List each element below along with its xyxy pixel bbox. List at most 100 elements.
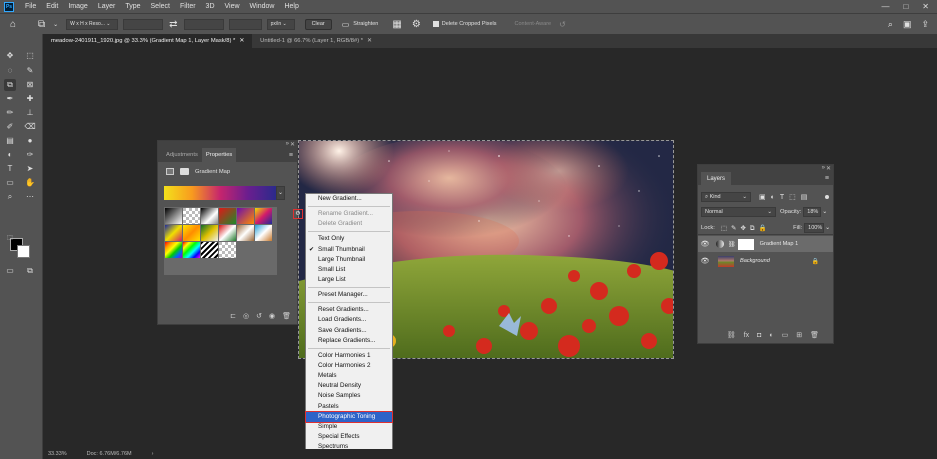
quick-mask-icon[interactable]: ⬚	[4, 232, 16, 244]
grid-overlay-icon[interactable]: ▦	[392, 19, 401, 30]
move-tool-icon[interactable]: ✥	[4, 50, 16, 62]
swap-icon[interactable]: ⇄	[169, 19, 177, 30]
dodge-tool-icon[interactable]: ◐	[4, 149, 16, 161]
gradient-swatch[interactable]	[165, 242, 182, 258]
view-previous-icon[interactable]: ◎	[243, 312, 249, 320]
menu-item-large-thumbnail[interactable]: Large Thumbnail	[306, 255, 392, 265]
menu-file[interactable]: File	[20, 3, 41, 10]
gradient-swatch[interactable]	[219, 208, 236, 224]
menu-item-load-gradients[interactable]: Load Gradients...	[306, 315, 392, 325]
gear-icon[interactable]: ⚙	[293, 209, 303, 219]
trash-icon[interactable]: 🗑	[282, 312, 291, 320]
maximize-button[interactable]: □	[903, 2, 908, 11]
gradient-swatch[interactable]	[201, 208, 218, 224]
gradient-swatch[interactable]	[165, 225, 182, 241]
menu-item-simple[interactable]: Simple	[306, 422, 392, 432]
reset-icon[interactable]: ↺	[559, 20, 566, 29]
zoom-tool-icon[interactable]: ⌕	[4, 191, 16, 203]
menu-3d[interactable]: 3D	[201, 3, 220, 10]
menu-type[interactable]: Type	[120, 3, 145, 10]
clear-button[interactable]: Clear	[304, 18, 332, 30]
menu-item-save-gradients[interactable]: Save Gradients...	[306, 326, 392, 336]
gradient-swatch[interactable]	[183, 242, 200, 258]
gradient-swatch[interactable]	[219, 225, 236, 241]
home-icon[interactable]: ⌂	[10, 19, 24, 30]
units-select[interactable]: px/in ⌄	[266, 18, 295, 30]
lock-icons[interactable]: ⬚✎✥⧉🔒	[721, 224, 771, 233]
share-icon[interactable]: ⇪	[921, 19, 929, 30]
eye-icon[interactable]: 👁	[698, 240, 712, 248]
menu-item-photographic-toning[interactable]: Photographic Toning	[305, 410, 393, 423]
menu-item-color-harmonies-2[interactable]: Color Harmonies 2	[306, 361, 392, 371]
type-tool-icon[interactable]: T	[4, 163, 16, 175]
ratio-select[interactable]: W x H x Reso... ⌄	[66, 18, 119, 30]
screen-mode-icon[interactable]: ▭	[4, 265, 16, 277]
photoshop-logo[interactable]: Ps	[4, 1, 14, 12]
history-brush-icon[interactable]: ✐	[4, 121, 16, 133]
lasso-tool-icon[interactable]: ◌	[4, 65, 16, 77]
minimize-button[interactable]: —	[881, 2, 889, 11]
gradient-swatch[interactable]	[201, 242, 218, 258]
blur-tool-icon[interactable]: ●	[24, 135, 36, 147]
add-mask-icon[interactable]: ◘	[757, 332, 761, 339]
chevron-down-icon[interactable]: ⌄	[825, 225, 830, 231]
close-panel-icon[interactable]: ✕	[826, 165, 831, 172]
filter-kind-select[interactable]: ⌕ Kind ⌄	[701, 192, 751, 202]
stamp-tool-icon[interactable]: ⊥	[24, 107, 36, 119]
brush-tool-icon[interactable]: ✏	[4, 107, 16, 119]
new-group-icon[interactable]: ▭	[782, 331, 789, 339]
gradient-swatch[interactable]	[183, 225, 200, 241]
new-layer-icon[interactable]: ⊞	[796, 331, 802, 339]
collapse-panel-icon[interactable]: »	[286, 141, 289, 147]
menu-item-text-only[interactable]: Text Only	[306, 234, 392, 244]
opacity-field[interactable]: 18%	[803, 207, 822, 217]
crop-tool-icon[interactable]: ⧉	[4, 79, 16, 91]
close-window-button[interactable]: ✕	[922, 2, 929, 11]
panel-menu-icon[interactable]: ≡	[825, 175, 829, 182]
menu-item-small-thumbnail[interactable]: Small Thumbnail	[306, 245, 392, 255]
menu-layer[interactable]: Layer	[93, 3, 121, 10]
shape-tool-icon[interactable]: ▭	[4, 177, 16, 189]
filter-icons[interactable]: ▣◐T⬚▤	[759, 193, 812, 201]
gear-icon[interactable]: ⚙	[412, 19, 421, 30]
gradient-swatch[interactable]	[237, 225, 254, 241]
edit-toolbar-icon[interactable]: ⧉	[24, 265, 36, 277]
reset-icon[interactable]: ↺	[256, 312, 262, 320]
pen-tool-icon[interactable]: ✑	[24, 149, 36, 161]
healing-tool-icon[interactable]: ✚	[24, 93, 36, 105]
layer-thumbnail[interactable]	[718, 255, 734, 267]
blend-mode-select[interactable]: Normal ⌄	[701, 207, 776, 217]
clip-to-layer-icon[interactable]: ⊏	[230, 312, 236, 320]
layer-row-gradient-map[interactable]: 👁 ⛓ Gradient Map 1	[698, 236, 833, 252]
menu-item-neutral-density[interactable]: Neutral Density	[306, 381, 392, 391]
menu-item-special-effects[interactable]: Special Effects	[306, 432, 392, 442]
menu-filter[interactable]: Filter	[175, 3, 201, 10]
mask-icon[interactable]	[180, 168, 189, 175]
chevron-down-icon[interactable]: ⌄	[822, 209, 827, 215]
straighten-button[interactable]: Straighten	[353, 21, 378, 27]
menu-item-preset-manager[interactable]: Preset Manager...	[306, 290, 392, 300]
marquee-tool-icon[interactable]: ⬚	[24, 50, 36, 62]
visibility-icon[interactable]: ◉	[269, 312, 275, 320]
gradient-swatch[interactable]	[255, 208, 272, 224]
fx-icon[interactable]: fx	[744, 332, 749, 339]
more-tools-icon[interactable]: ⋯	[24, 191, 36, 203]
frame-tool-icon[interactable]: ⊠	[24, 79, 36, 91]
gradient-swatch[interactable]	[183, 208, 200, 224]
adjustment-icon[interactable]: ◐	[769, 332, 773, 339]
status-arrow[interactable]: ›	[152, 451, 154, 457]
link-layers-icon[interactable]: ⛓	[727, 331, 736, 339]
menu-image[interactable]: Image	[63, 3, 92, 10]
workspace-icon[interactable]: ▣	[903, 19, 912, 30]
layer-row-background[interactable]: 👁 Background 🔒	[698, 253, 833, 269]
eyedropper-tool-icon[interactable]: ✒	[4, 93, 16, 105]
quick-select-tool-icon[interactable]: ✎	[24, 65, 36, 77]
gradient-preview-bar[interactable]	[164, 186, 276, 200]
menu-edit[interactable]: Edit	[41, 3, 63, 10]
menu-item-metals[interactable]: Metals	[306, 371, 392, 381]
menu-item-color-harmonies-1[interactable]: Color Harmonies 1	[306, 351, 392, 361]
chevron-down-icon[interactable]: ⌄	[53, 21, 58, 28]
doc-tab-meadow[interactable]: meadow-2401911_1920.jpg @ 33.3% (Gradien…	[43, 34, 253, 48]
menu-window[interactable]: Window	[245, 3, 280, 10]
path-select-tool-icon[interactable]: ➤	[24, 163, 36, 175]
